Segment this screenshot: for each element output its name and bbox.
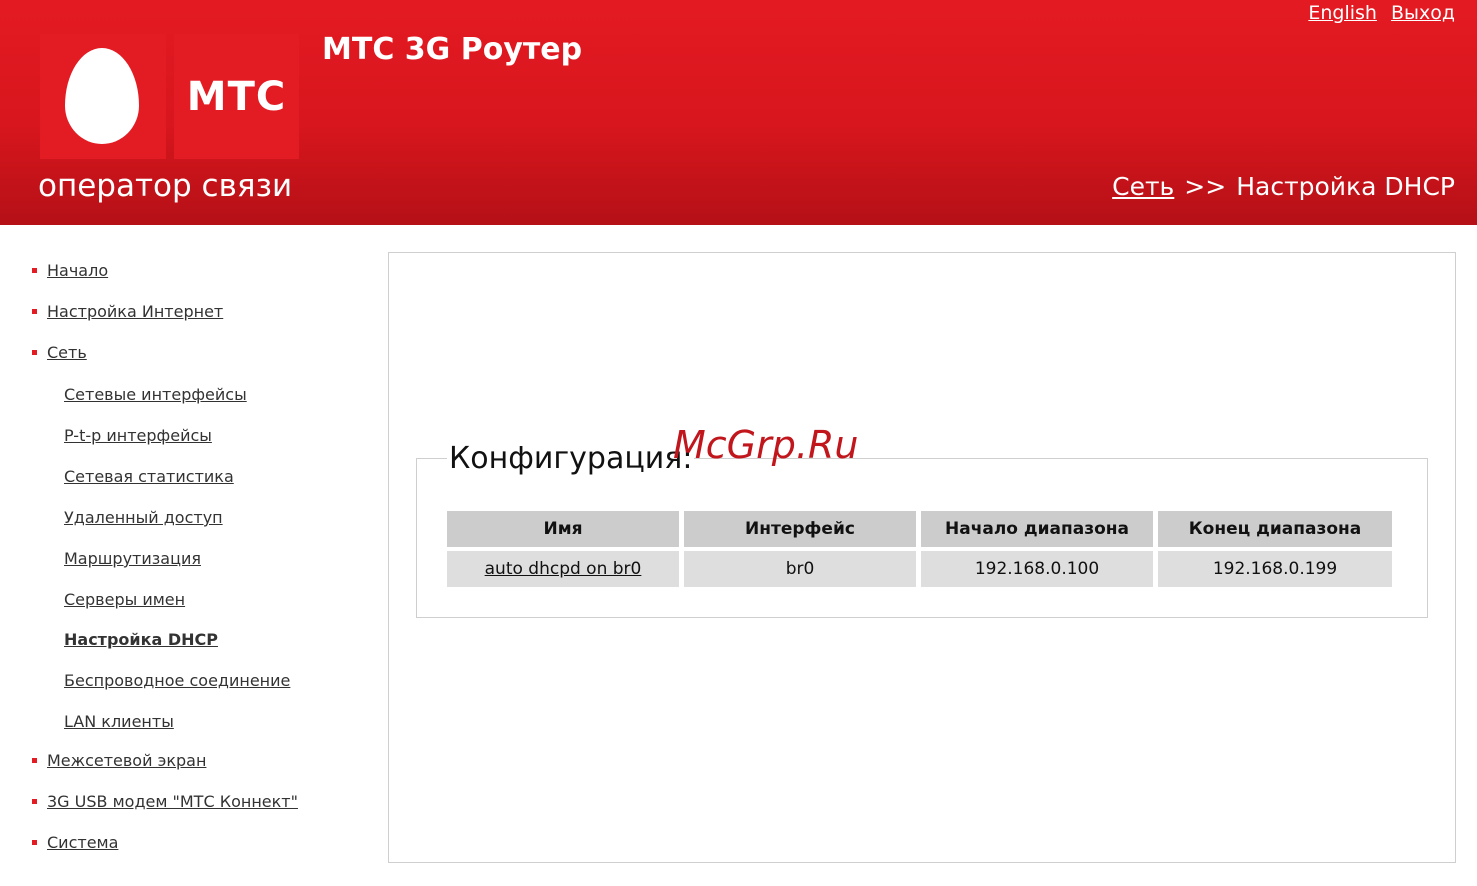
sidebar-subitem-routing[interactable]: Маршрутизация xyxy=(64,549,201,568)
bullet-icon xyxy=(32,350,37,355)
breadcrumb-separator: >> xyxy=(1184,172,1227,201)
table-row: auto dhcpd on br0 br0 192.168.0.100 192.… xyxy=(447,551,1392,587)
sidebar-subitem-label[interactable]: Настройка DHCP xyxy=(64,630,218,649)
table-cell-interface: br0 xyxy=(684,551,916,587)
sidebar-subitem-label[interactable]: Беспроводное соединение xyxy=(64,671,290,690)
bullet-icon xyxy=(32,309,37,314)
sidebar-subitem-wireless[interactable]: Беспроводное соединение xyxy=(64,671,290,690)
bullet-icon xyxy=(32,840,37,845)
sidebar-subitem-stats[interactable]: Сетевая статистика xyxy=(64,467,234,486)
table-cell-name: auto dhcpd on br0 xyxy=(447,551,679,587)
top-links: English Выход xyxy=(1308,2,1455,24)
sidebar-item-label[interactable]: Система xyxy=(47,833,118,852)
sidebar-item-network[interactable]: Сеть xyxy=(32,343,87,362)
english-link[interactable]: English xyxy=(1308,2,1377,24)
column-header: Начало диапазона xyxy=(921,511,1153,547)
sidebar-subitem-dns[interactable]: Серверы имен xyxy=(64,590,185,609)
sidebar-item-label[interactable]: Сеть xyxy=(47,343,87,362)
config-fieldset: Конфигурация: McGrp.Ru Имя Интерфейс Нач… xyxy=(416,423,1428,618)
breadcrumb: Сеть >> Настройка DHCP xyxy=(1112,172,1455,201)
sidebar-item-firewall[interactable]: Межсетевой экран xyxy=(32,751,206,770)
section-title: Конфигурация: xyxy=(447,441,695,476)
column-header: Конец диапазона xyxy=(1158,511,1392,547)
sidebar-subitem-dhcp[interactable]: Настройка DHCP xyxy=(64,630,218,649)
table-header-row: Имя Интерфейс Начало диапазона Конец диа… xyxy=(447,511,1392,547)
sidebar-item-internet[interactable]: Настройка Интернет xyxy=(32,302,223,321)
sidebar-subitem-interfaces[interactable]: Сетевые интерфейсы xyxy=(64,385,247,404)
column-header: Имя xyxy=(447,511,679,547)
app-title: МТС 3G Роутер xyxy=(322,32,583,67)
logout-link[interactable]: Выход xyxy=(1391,2,1455,24)
dhcp-entry-link[interactable]: auto dhcpd on br0 xyxy=(485,559,642,579)
sidebar-item-label[interactable]: 3G USB модем "МТС Коннект" xyxy=(47,792,298,811)
sidebar-subitem-label[interactable]: Маршрутизация xyxy=(64,549,201,568)
bullet-icon xyxy=(32,799,37,804)
sidebar-subitem-remote[interactable]: Удаленный доступ xyxy=(64,508,223,527)
table-cell-range-start: 192.168.0.100 xyxy=(921,551,1153,587)
sidebar-subitem-label[interactable]: P-t-p интерфейсы xyxy=(64,426,212,445)
watermark: McGrp.Ru xyxy=(673,423,859,467)
sidebar-item-home[interactable]: Начало xyxy=(32,261,108,280)
sidebar-subitem-label[interactable]: Сетевая статистика xyxy=(64,467,234,486)
sidebar-item-label[interactable]: Межсетевой экран xyxy=(47,751,206,770)
bullet-icon xyxy=(32,268,37,273)
sidebar-subitem-lan-clients[interactable]: LAN клиенты xyxy=(64,712,174,731)
table-cell-range-end: 192.168.0.199 xyxy=(1158,551,1392,587)
bullet-icon xyxy=(32,758,37,763)
sidebar-item-label[interactable]: Начало xyxy=(47,261,108,280)
tagline: оператор связи xyxy=(38,168,293,204)
sidebar-item-label[interactable]: Настройка Интернет xyxy=(47,302,223,321)
sidebar-subitem-label[interactable]: Серверы имен xyxy=(64,590,185,609)
logo-text: МТС xyxy=(186,73,287,120)
main-content: Конфигурация: McGrp.Ru Имя Интерфейс Нач… xyxy=(388,252,1456,863)
sidebar-item-system[interactable]: Система xyxy=(32,833,118,852)
dhcp-table: Имя Интерфейс Начало диапазона Конец диа… xyxy=(442,507,1397,591)
egg-icon xyxy=(65,48,139,144)
sidebar-subitem-ptp[interactable]: P-t-p интерфейсы xyxy=(64,426,212,445)
sidebar-subitem-label[interactable]: LAN клиенты xyxy=(64,712,174,731)
column-header: Интерфейс xyxy=(684,511,916,547)
sidebar: Начало Настройка Интернет Сеть Сетевые и… xyxy=(0,225,380,886)
sidebar-item-modem[interactable]: 3G USB модем "МТС Коннект" xyxy=(32,792,298,811)
breadcrumb-parent-link[interactable]: Сеть xyxy=(1112,172,1174,201)
sidebar-subitem-label[interactable]: Удаленный доступ xyxy=(64,508,223,527)
logo: МТС xyxy=(174,34,299,159)
sidebar-subitem-label[interactable]: Сетевые интерфейсы xyxy=(64,385,247,404)
header: МТС оператор связи МТС 3G Роутер English… xyxy=(0,0,1477,225)
breadcrumb-current: Настройка DHCP xyxy=(1236,172,1455,201)
logo-egg xyxy=(40,34,166,159)
